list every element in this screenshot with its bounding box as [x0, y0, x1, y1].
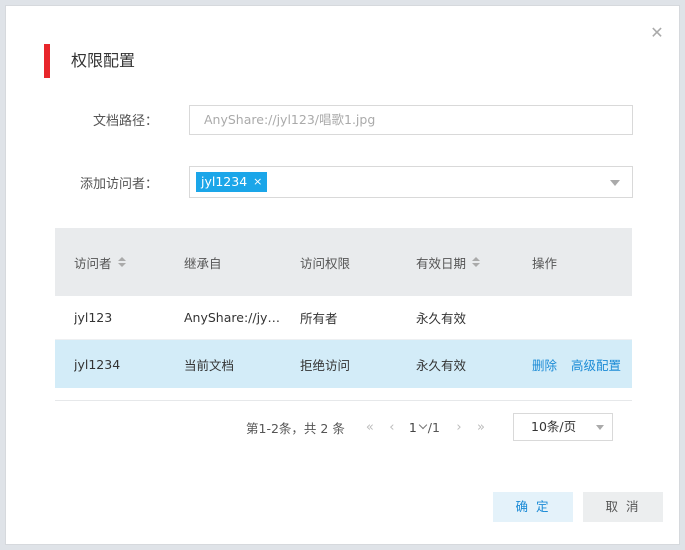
visitor-select[interactable]: jyl1234 × — [189, 166, 633, 198]
total-pages: /1 — [427, 419, 440, 435]
permission-dialog: ✕ 权限配置 文档路径： AnyShare://jyl123/唱歌1.jpg 添… — [5, 5, 680, 545]
path-label: 文档路径： — [92, 114, 158, 129]
prev-page-icon[interactable]: ‹ — [381, 420, 403, 435]
page-size-value: 10条/页 — [531, 419, 577, 434]
first-page-icon[interactable]: « — [359, 420, 381, 435]
column-header-inherit: 继承自 — [184, 255, 222, 271]
close-icon[interactable]: ✕ — [648, 24, 666, 42]
column-header-actions: 操作 — [532, 255, 558, 271]
cell-visitor: jyl123 — [74, 310, 113, 325]
dropdown-arrow-icon — [596, 425, 604, 430]
cell-inherit: AnyShare://jyl... — [184, 310, 280, 325]
confirm-button[interactable]: 确 定 — [493, 492, 573, 522]
cancel-button[interactable]: 取 消 — [583, 492, 663, 522]
column-header-expiry[interactable]: 有效日期 — [416, 253, 516, 272]
cell-inherit: 当前文档 — [184, 357, 235, 373]
table-row[interactable]: jyl123 AnyShare://jyl... 所有者 永久有效 — [55, 296, 632, 340]
pagination-summary: 第1-2条，共 2 条 — [246, 420, 345, 436]
last-page-icon[interactable]: » — [470, 420, 492, 435]
column-header-permission: 访问权限 — [300, 255, 351, 271]
delete-link[interactable]: 删除 — [532, 358, 557, 373]
path-field: AnyShare://jyl123/唱歌1.jpg — [189, 105, 633, 135]
table-divider — [55, 400, 632, 401]
tag-remove-icon[interactable]: × — [253, 172, 262, 192]
title-accent-bar — [44, 44, 50, 78]
visitor-label: 添加访问者： — [79, 177, 158, 192]
table-row[interactable]: jyl1234 当前文档 拒绝访问 永久有效 删除 高级配置 — [55, 340, 632, 388]
permission-table: 访问者 继承自 访问权限 有效日期 操作 jyl123 AnyShare://j… — [55, 228, 632, 388]
cell-actions: 删除 高级配置 — [532, 355, 632, 374]
dropdown-arrow-icon[interactable] — [610, 180, 620, 186]
page-size-select[interactable]: 10条/页 — [513, 413, 613, 441]
column-header-visitor[interactable]: 访问者 — [74, 253, 174, 272]
chevron-down-icon — [418, 420, 428, 430]
table-header: 访问者 继承自 访问权限 有效日期 操作 — [55, 228, 632, 296]
current-page-select[interactable]: 1 — [408, 419, 428, 435]
next-page-icon[interactable]: › — [448, 420, 470, 435]
cell-visitor: jyl1234 — [74, 356, 121, 372]
sort-icon[interactable] — [472, 257, 481, 267]
visitor-tag: jyl1234 × — [196, 172, 268, 192]
cell-permission: 拒绝访问 — [300, 357, 351, 373]
pagination: 第1-2条，共 2 条 « ‹ 1 /1 › » — [246, 412, 492, 442]
cell-permission: 所有者 — [300, 311, 338, 326]
cell-expiry: 永久有效 — [416, 357, 467, 373]
dialog-title: 权限配置 — [71, 51, 136, 70]
current-page: 1 — [408, 419, 417, 435]
visitor-tag-label: jyl1234 — [201, 174, 248, 189]
advanced-config-link[interactable]: 高级配置 — [571, 358, 621, 373]
cell-expiry: 永久有效 — [416, 311, 467, 326]
sort-icon[interactable] — [117, 257, 126, 267]
